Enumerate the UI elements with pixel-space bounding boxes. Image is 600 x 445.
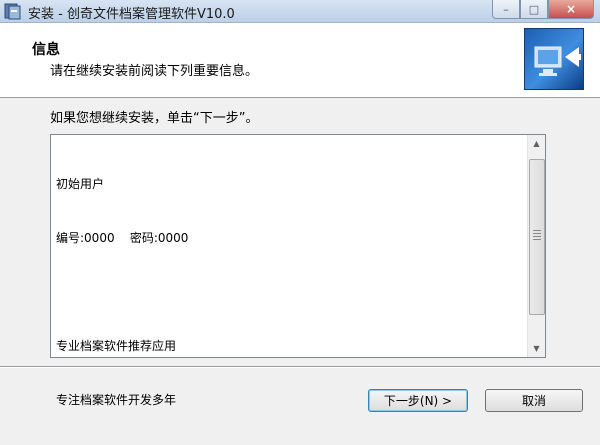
memo-line (56, 283, 188, 301)
scroll-thumb[interactable] (529, 159, 545, 315)
memo-content: 初始用户 编号:0000 密码:0000 专业档案软件推荐应用 专注档案软件开发… (56, 139, 188, 445)
window-title: 安装 - 创奇文件档案管理软件V10.0 (28, 7, 235, 22)
grip-icon (533, 230, 541, 240)
memo-line: 专业档案软件推荐应用 (56, 339, 177, 353)
instruction-text: 如果您想继续安装，单击“下一步”。 (50, 111, 259, 126)
title-bar[interactable]: 安装 - 创奇文件档案管理软件V10.0 – □ × (0, 0, 600, 23)
maximize-icon: □ (528, 2, 540, 16)
close-icon: × (565, 2, 577, 16)
page-subtitle: 请在继续安装前阅读下列重要信息。 (50, 64, 259, 79)
memo-line: 专注档案软件开发多年 (56, 393, 177, 407)
computer-arrow-icon (534, 46, 581, 76)
wizard-computer-image (524, 28, 584, 90)
memo-scrollbar[interactable]: ▲ ▼ (527, 135, 545, 357)
installer-app-icon (4, 3, 21, 20)
minimize-icon: – (503, 2, 509, 16)
wizard-header: 信息 请在继续安装前阅读下列重要信息。 (0, 23, 600, 98)
info-memo[interactable]: 初始用户 编号:0000 密码:0000 专业档案软件推荐应用 专注档案软件开发… (50, 134, 546, 407)
close-button[interactable]: × (548, 0, 594, 19)
scroll-up-arrow-icon[interactable]: ▲ (528, 135, 545, 152)
page-title: 信息 (32, 42, 60, 58)
minimize-button[interactable]: – (492, 0, 520, 19)
maximize-button[interactable]: □ (520, 0, 548, 19)
next-button[interactable]: 下一步(N) > (368, 389, 468, 412)
footer-divider (0, 366, 600, 368)
memo-line: 初始用户 (56, 177, 105, 191)
cancel-button[interactable]: 取消 (485, 389, 583, 412)
scroll-down-arrow-icon[interactable]: ▼ (528, 340, 545, 357)
memo-line: 编号:0000 密码:0000 (56, 231, 189, 245)
window-controls: – □ × (492, 0, 594, 20)
